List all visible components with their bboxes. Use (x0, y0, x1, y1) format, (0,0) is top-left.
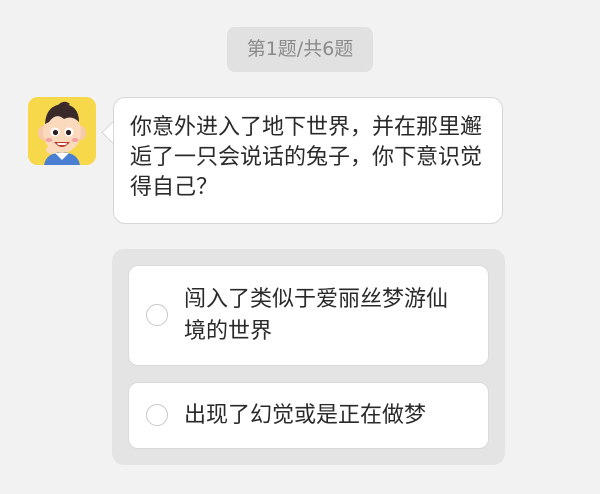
option-label-1: 闯入了类似于爱丽丝梦游仙境的世界 (184, 287, 449, 344)
avatar (28, 97, 96, 165)
question-text: 你意外进入了地下世界，并在那里邂逅了一只会说话的兔子，你下意识觉得自己？ (130, 115, 483, 200)
option-label-2: 出现了幻觉或是正在做梦 (184, 403, 427, 428)
options-panel: 闯入了类似于爱丽丝梦游仙境的世界 出现了幻觉或是正在做梦 (112, 249, 505, 465)
question-progress-badge: 第1题/共6题 (227, 27, 373, 72)
radio-button-icon[interactable] (146, 404, 168, 426)
option-card-2[interactable]: 出现了幻觉或是正在做梦 (128, 382, 489, 449)
cartoon-boy-icon (28, 97, 96, 165)
option-card-1[interactable]: 闯入了类似于爱丽丝梦游仙境的世界 (128, 265, 489, 366)
question-bubble: 你意外进入了地下世界，并在那里邂逅了一只会说话的兔子，你下意识觉得自己？ (113, 97, 503, 224)
radio-button-icon[interactable] (146, 304, 168, 326)
